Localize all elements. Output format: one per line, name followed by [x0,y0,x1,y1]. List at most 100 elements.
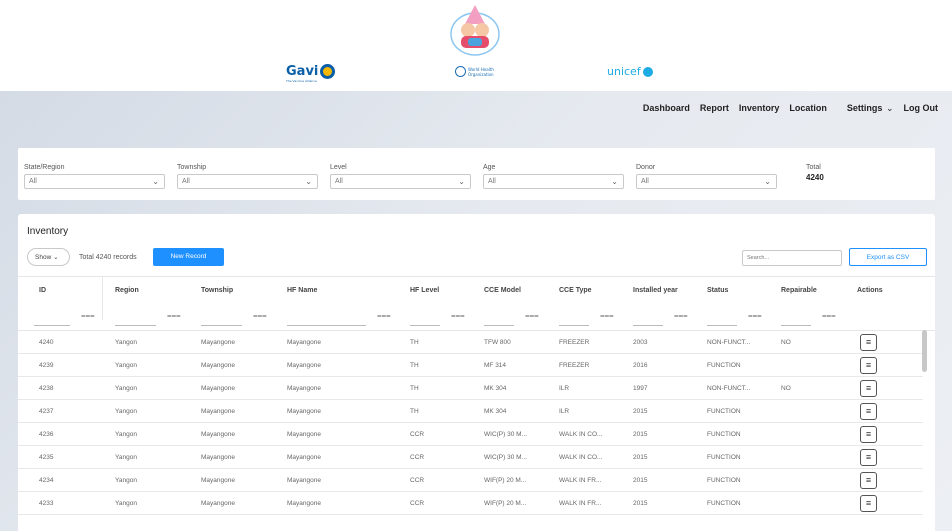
filter-icon[interactable]: ⩶ [81,311,95,321]
total-count: Total 4240 [806,164,824,182]
age-select[interactable]: All ⌄ [483,174,624,189]
col-header-township[interactable]: Township [201,287,233,294]
filter-input-township[interactable] [201,312,242,326]
state-region-select[interactable]: All ⌄ [24,174,165,189]
new-record-button[interactable]: New Record [153,248,224,266]
table-row[interactable]: 4238 Yangon Mayangone Mayangone TH MK 304 ILR 1… [18,377,923,400]
total-records: Total 4240 records [79,254,137,261]
menu-icon[interactable]: ≡ [860,380,877,397]
cell-id: 4237 [39,408,54,415]
nav-location[interactable]: Location [789,103,827,114]
nav-report[interactable]: Report [700,103,729,114]
col-header-hf-name[interactable]: HF Name [287,287,317,294]
cell-cce-model: WIF(P) 20 M... [484,500,527,507]
menu-icon[interactable]: ≡ [860,334,877,351]
col-header-actions: Actions [857,287,883,294]
cell-township: Mayangone [201,339,235,346]
filter-input-cce-type[interactable] [559,312,589,326]
col-header-cce-model[interactable]: CCE Model [484,287,521,294]
filter-icon[interactable]: ⩶ [525,311,539,321]
col-header-installed-year[interactable]: Installed year [633,287,678,294]
filter-icon[interactable]: ⩶ [600,311,614,321]
cell-id: 4236 [39,431,54,438]
cell-status: NON-FUNCT... [707,339,751,346]
col-header-status[interactable]: Status [707,287,728,294]
filter-icon[interactable]: ⩶ [167,311,181,321]
filter-input-cce-model[interactable] [484,312,514,326]
cell-cce-type: FREEZER [559,362,590,369]
menu-icon[interactable]: ≡ [860,495,877,512]
chevron-down-icon: ⌄ [611,177,618,186]
filter-icon[interactable]: ⩶ [822,311,836,321]
filter-icon[interactable]: ⩶ [377,311,391,321]
nav-settings[interactable]: Settings ⌄ [837,103,894,114]
filter-input-region[interactable] [115,312,156,326]
search-input[interactable] [742,250,842,266]
col-header-cce-type[interactable]: CCE Type [559,287,592,294]
cell-cce-model: MK 304 [484,385,507,392]
filter-input-hf-name[interactable] [287,312,366,326]
col-header-hf-level[interactable]: HF Level [410,287,439,294]
filter-donor: Donor All ⌄ [636,164,777,189]
filter-panel: State/Region All ⌄ Township All ⌄ Level Al… [18,148,935,200]
menu-icon[interactable]: ≡ [860,472,877,489]
filter-input-hf-level[interactable] [410,312,440,326]
gavi-subtitle: The Vaccine Alliance [286,79,317,83]
cell-cce-model: MF 314 [484,362,507,369]
nav-dashboard[interactable]: Dashboard [643,103,690,114]
cell-status: FUNCTION [707,408,741,415]
filter-icon[interactable]: ⩶ [674,311,688,321]
table-scrollbar[interactable] [922,330,927,372]
menu-icon[interactable]: ≡ [860,403,877,420]
filter-input-repairable[interactable] [781,312,811,326]
menu-icon[interactable]: ≡ [860,357,877,374]
nav-inventory[interactable]: Inventory [739,103,780,114]
cell-township: Mayangone [201,454,235,461]
select-value: All [182,178,190,185]
menu-icon[interactable]: ≡ [860,449,877,466]
cell-status: FUNCTION [707,500,741,507]
filter-input-id[interactable] [34,312,70,326]
select-value: All [29,178,37,185]
col-header-repairable[interactable]: Repairable [781,287,817,294]
col-header-region[interactable]: Region [115,287,139,294]
show-dropdown[interactable]: Show ⌄ [27,248,70,266]
filter-input-installed-year[interactable] [633,312,663,326]
filter-icon[interactable]: ⩶ [253,311,267,321]
table-row[interactable]: 4240 Yangon Mayangone Mayangone TH TFW 800 FRE… [18,331,923,354]
cell-region: Yangon [115,408,137,415]
filter-input-status[interactable] [707,312,737,326]
table-row[interactable]: 4233 Yangon Mayangone Mayangone CCR WIF(P) 20… [18,492,923,515]
cell-region: Yangon [115,431,137,438]
col-header-id[interactable]: ID [39,287,46,294]
table-row[interactable]: 4234 Yangon Mayangone Mayangone CCR WIF(P) 20… [18,469,923,492]
cell-installed-year: 2015 [633,408,648,415]
cell-installed-year: 2016 [633,362,648,369]
cell-hf-name: Mayangone [287,500,321,507]
chevron-down-icon: ⌄ [885,103,894,113]
nav-logout[interactable]: Log Out [904,103,939,114]
table-row[interactable]: 4235 Yangon Mayangone Mayangone CCR WIC(P) 30… [18,446,923,469]
filter-label: Township [177,164,207,171]
table-row[interactable]: 4237 Yangon Mayangone Mayangone TH MK 304 ILR 2… [18,400,923,423]
chevron-down-icon: ⌄ [458,177,465,186]
nav-settings-label: Settings [846,103,883,113]
export-csv-button[interactable]: Export as CSV [849,248,927,266]
menu-icon[interactable]: ≡ [860,426,877,443]
level-select[interactable]: All ⌄ [330,174,471,189]
cell-hf-name: Mayangone [287,339,321,346]
chevron-down-icon: ⌄ [53,254,59,261]
cell-cce-model: WIC(P) 30 M... [484,431,527,438]
donor-select[interactable]: All ⌄ [636,174,777,189]
township-select[interactable]: All ⌄ [177,174,318,189]
filter-icon[interactable]: ⩶ [748,311,762,321]
table-row[interactable]: 4236 Yangon Mayangone Mayangone CCR WIC(P) 30… [18,423,923,446]
cell-cce-model: TFW 800 [484,339,511,346]
table-row[interactable]: 4239 Yangon Mayangone Mayangone TH MF 314 FREE… [18,354,923,377]
cell-hf-level: TH [410,362,419,369]
cell-region: Yangon [115,385,137,392]
cell-cce-type: ILR [559,385,570,392]
cell-township: Mayangone [201,431,235,438]
filter-icon[interactable]: ⩶ [451,311,465,321]
cell-cce-type: WALK IN CO... [559,454,603,461]
